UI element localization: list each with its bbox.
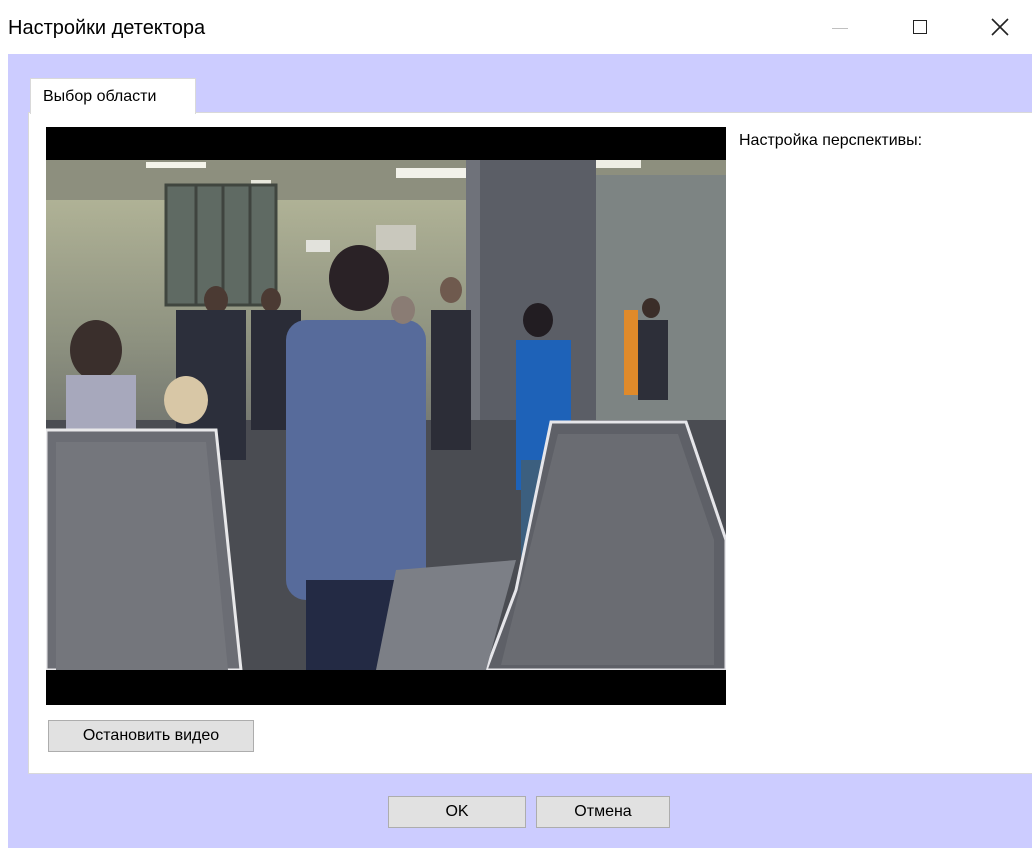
maximize-button[interactable] [888,0,952,54]
title-bar[interactable]: Настройки детектора [0,0,1032,54]
cancel-button[interactable]: Отмена [536,796,670,828]
video-frame [46,160,726,670]
window-title: Настройки детектора [8,17,206,39]
minimize-icon [832,27,848,29]
close-icon [991,18,1009,36]
tab-label: Выбор области [43,87,157,105]
tab-area-selection[interactable]: Выбор области [30,78,196,114]
perspective-setup-label: Настройка перспективы: [739,132,923,149]
stop-video-button[interactable]: Остановить видео [48,720,254,752]
video-scene [46,160,726,670]
ok-button[interactable]: OK [388,796,526,828]
video-preview[interactable] [46,127,726,705]
maximize-icon [913,20,927,34]
minimize-button[interactable] [808,0,872,54]
close-button[interactable] [968,0,1032,54]
